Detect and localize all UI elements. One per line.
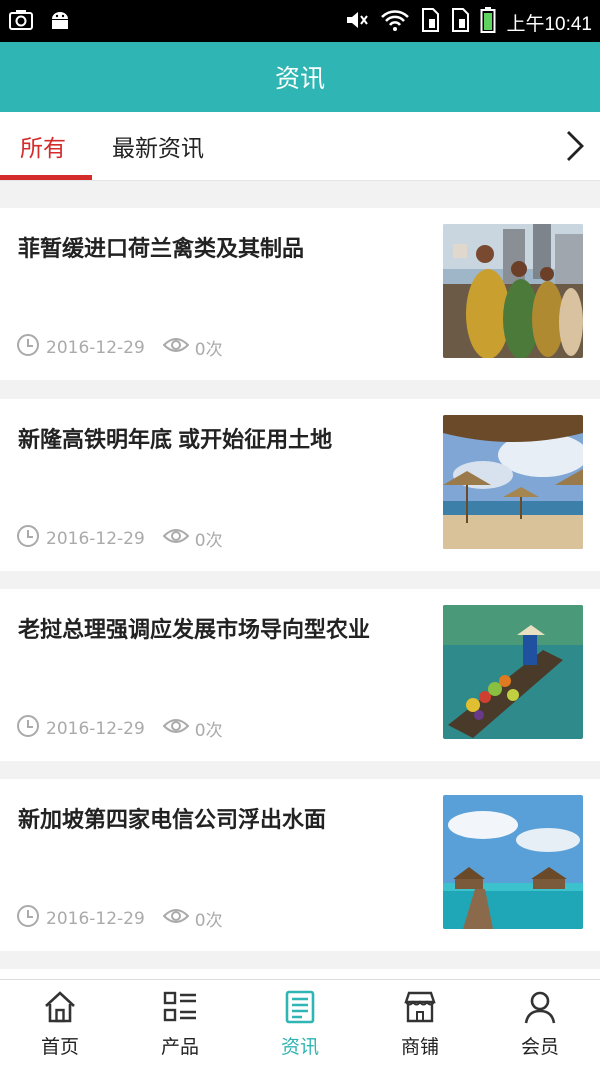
android-icon xyxy=(48,8,72,36)
status-bar: 上午10:41 xyxy=(0,0,600,42)
clock-icon xyxy=(16,333,40,362)
sim1-icon xyxy=(420,7,440,37)
news-title: 菲暂缓进口荷兰禽类及其制品 xyxy=(18,236,305,261)
category-tabs: 所有 最新资讯 xyxy=(0,112,600,181)
battery-icon xyxy=(480,6,496,38)
wifi-icon xyxy=(380,8,410,36)
news-item[interactable]: 新加坡第四家电信公司浮出水面 2016-12-29 0次 xyxy=(0,779,600,951)
nav-shops[interactable]: 商铺 xyxy=(360,980,480,1067)
news-views: 0次 xyxy=(194,531,223,551)
news-title: 新加坡第四家电信公司浮出水面 xyxy=(18,807,327,832)
eye-icon xyxy=(162,335,190,360)
clock-icon xyxy=(16,714,40,743)
nav-label: 首页 xyxy=(40,1036,79,1058)
nav-products[interactable]: 产品 xyxy=(120,980,240,1067)
nav-label: 资讯 xyxy=(280,1036,319,1058)
news-item[interactable]: 菲暂缓进口荷兰禽类及其制品 2016-12-29 0次 xyxy=(0,208,600,380)
news-list: 菲暂缓进口荷兰禽类及其制品 2016-12-29 0次 新隆高铁明年底 或开始征… xyxy=(0,180,600,980)
news-views: 0次 xyxy=(194,340,223,360)
nav-home[interactable]: 首页 xyxy=(0,980,120,1067)
news-meta: 2016-12-29 0次 xyxy=(16,333,223,362)
clock-icon xyxy=(16,524,40,553)
tab-all[interactable]: 所有 xyxy=(20,112,66,180)
news-thumbnail[interactable] xyxy=(443,224,583,358)
news-thumbnail[interactable] xyxy=(443,795,583,929)
news-views: 0次 xyxy=(194,911,223,931)
nav-label: 商铺 xyxy=(400,1036,439,1058)
clock-icon xyxy=(16,904,40,933)
nav-news[interactable]: 资讯 xyxy=(240,980,360,1067)
sim2-icon xyxy=(450,7,470,37)
chevron-right-icon[interactable] xyxy=(558,128,590,164)
nav-label: 产品 xyxy=(160,1036,199,1058)
news-meta: 2016-12-29 0次 xyxy=(16,524,223,553)
news-date: 2016-12-29 xyxy=(46,528,145,549)
bottom-nav: 首页 产品 资讯 商铺 会员 xyxy=(0,979,600,1067)
news-meta: 2016-12-29 0次 xyxy=(16,904,223,933)
news-meta: 2016-12-29 0次 xyxy=(16,714,223,743)
eye-icon xyxy=(162,526,190,551)
eye-icon xyxy=(162,906,190,931)
news-date: 2016-12-29 xyxy=(46,337,145,358)
title-bar: 资讯 xyxy=(0,42,600,112)
news-views: 0次 xyxy=(194,721,223,741)
news-title: 老挝总理强调应发展市场导向型农业 xyxy=(18,617,371,642)
tab-label: 最新资讯 xyxy=(112,136,204,162)
tab-latest-news[interactable]: 最新资讯 xyxy=(112,112,204,180)
news-title: 新隆高铁明年底 或开始征用土地 xyxy=(18,427,333,452)
nav-label: 会员 xyxy=(520,1036,559,1058)
eye-icon xyxy=(162,716,190,741)
mute-icon xyxy=(344,8,370,36)
news-item[interactable]: 老挝总理强调应发展市场导向型农业 2016-12-29 0次 xyxy=(0,589,600,761)
nav-member[interactable]: 会员 xyxy=(480,980,600,1067)
news-thumbnail[interactable] xyxy=(443,415,583,549)
page-title: 资讯 xyxy=(274,64,325,93)
news-date: 2016-12-29 xyxy=(46,718,145,739)
news-date: 2016-12-29 xyxy=(46,908,145,929)
news-thumbnail[interactable] xyxy=(443,605,583,739)
camera-icon xyxy=(8,8,34,36)
tab-label: 所有 xyxy=(20,136,66,162)
news-item[interactable]: 新隆高铁明年底 或开始征用土地 2016-12-29 0次 xyxy=(0,399,600,571)
status-time: 上午10:41 xyxy=(506,13,592,35)
